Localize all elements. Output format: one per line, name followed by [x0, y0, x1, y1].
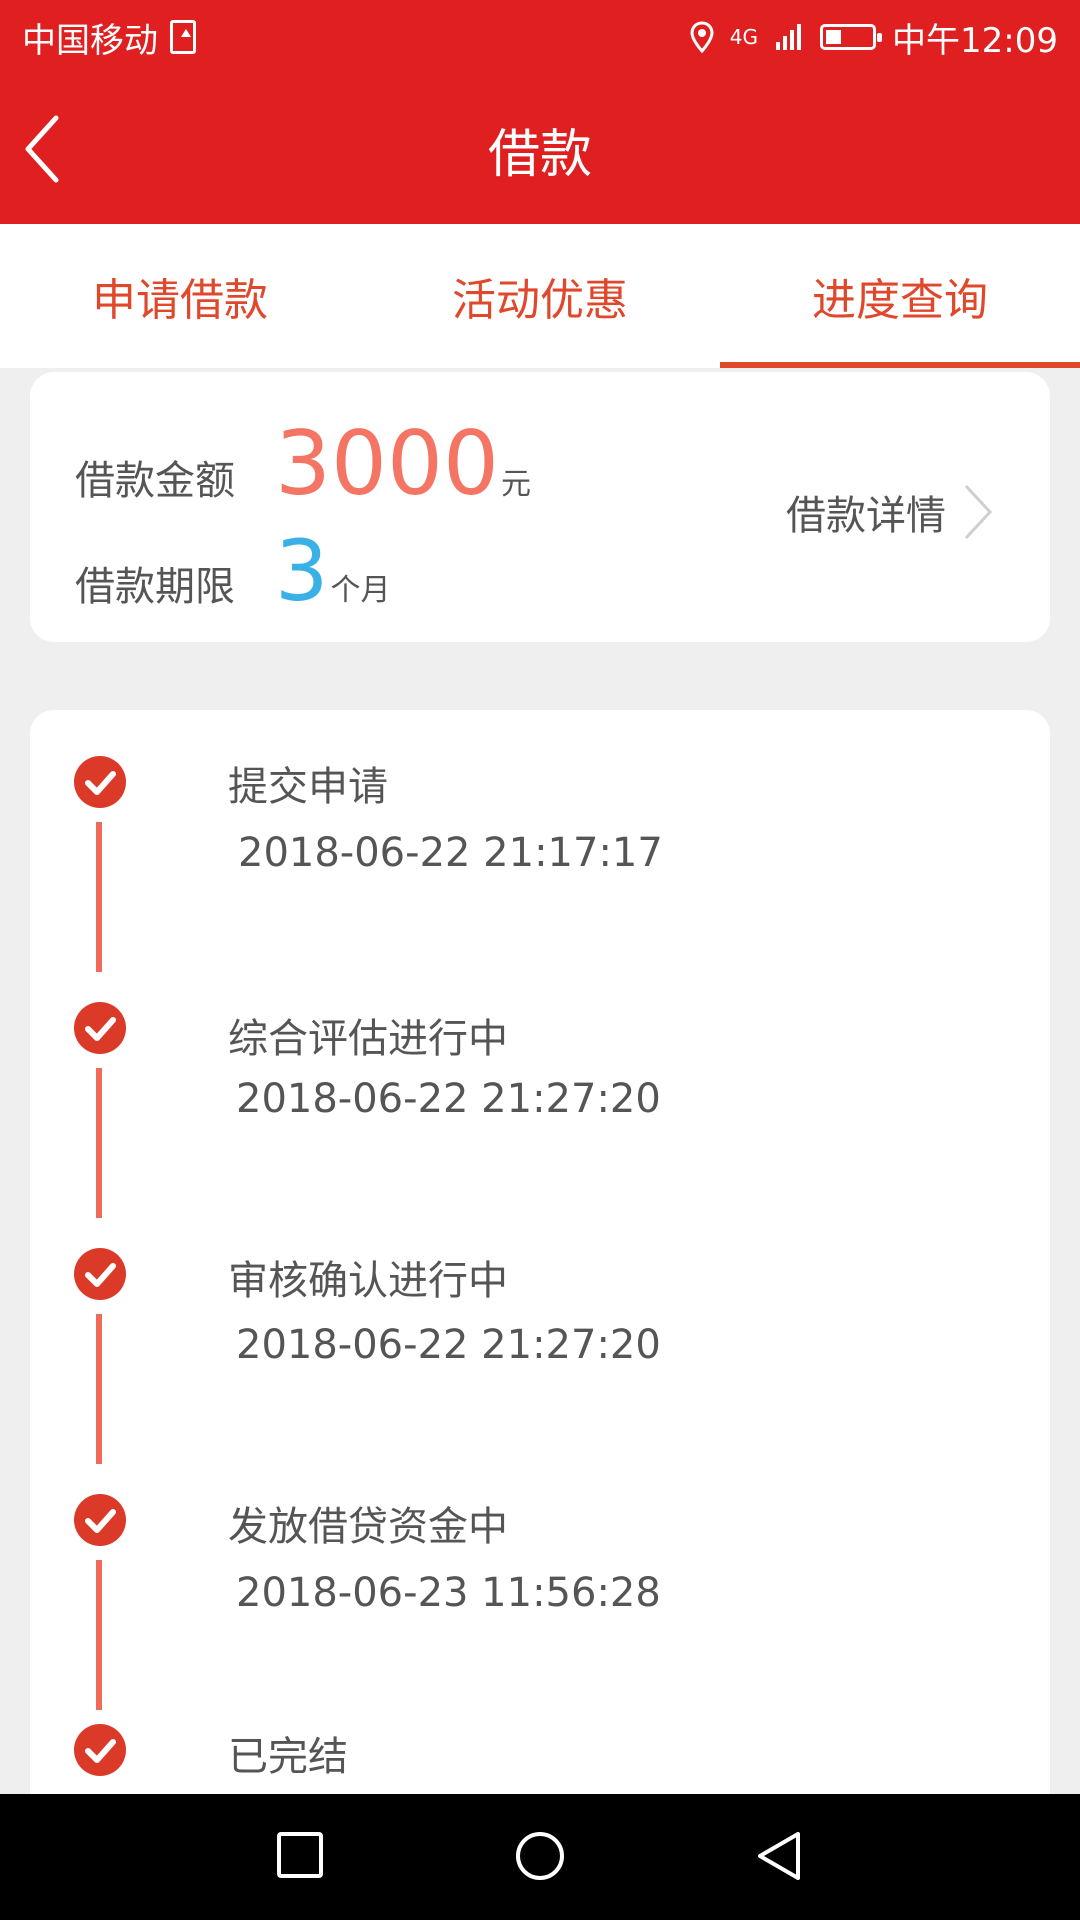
home-icon[interactable] — [514, 1830, 566, 1882]
page-title: 借款 — [487, 124, 592, 185]
step-check-icon — [74, 1002, 126, 1054]
tab-label: 申请借款 — [92, 275, 268, 326]
loan-term-value: 3 — [275, 522, 329, 620]
progress-timeline-card: 提交申请 2018-06-22 21:17:17 综合评估进行中 2018-06… — [30, 710, 1050, 1920]
step-time: 2018-06-22 21:17:17 — [238, 830, 663, 876]
step-time: 2018-06-22 21:27:20 — [236, 1076, 661, 1122]
tab-label: 进度查询 — [812, 275, 988, 326]
step-title: 已完结 — [228, 1734, 348, 1780]
app-header: 借款 — [0, 74, 1080, 224]
loan-details-label: 借款详情 — [786, 493, 946, 539]
back-arrow-icon[interactable] — [20, 112, 70, 186]
loan-details-link[interactable]: 借款详情 — [786, 482, 994, 542]
tab-progress-query[interactable]: 进度查询 — [720, 224, 1080, 368]
back-icon[interactable] — [754, 1830, 804, 1882]
step-time: 2018-06-23 11:56:28 — [236, 1570, 661, 1616]
step-check-icon — [74, 1494, 126, 1546]
step-title: 提交申请 — [228, 764, 388, 810]
clock: 中午12:09 — [892, 20, 1058, 61]
loan-term-row: 借款期限 3 个月 — [75, 522, 390, 620]
battery-level — [826, 30, 842, 44]
timeline-connector — [96, 1314, 102, 1464]
chevron-right-icon — [964, 484, 993, 540]
timeline-connector — [96, 1068, 102, 1218]
signal-bars-icon — [776, 24, 802, 50]
loan-amount-row: 借款金额 3000 元 — [75, 412, 531, 515]
timeline-connector — [96, 1560, 102, 1710]
tab-apply-loan[interactable]: 申请借款 — [0, 224, 360, 368]
network-type: 4G — [729, 25, 759, 49]
recent-apps-icon[interactable] — [275, 1830, 325, 1880]
loan-amount-unit: 元 — [500, 467, 531, 502]
tab-bar: 申请借款 活动优惠 进度查询 — [0, 224, 1080, 368]
step-title: 综合评估进行中 — [228, 1016, 508, 1062]
upload-icon — [170, 20, 196, 54]
status-bar: 中国移动 4G 中午12:09 — [0, 0, 1080, 74]
loan-term-label: 借款期限 — [75, 564, 235, 610]
loan-amount-value: 3000 — [275, 412, 499, 515]
carrier-name: 中国移动 — [22, 20, 158, 61]
signal-icon: 4G — [730, 27, 758, 47]
step-time: 2018-06-22 21:27:20 — [236, 1322, 661, 1368]
step-check-icon — [74, 1724, 126, 1776]
location-icon — [690, 21, 714, 53]
tab-promotions[interactable]: 活动优惠 — [360, 224, 720, 368]
battery-icon — [820, 24, 883, 50]
timeline-connector — [96, 822, 102, 972]
step-check-icon — [74, 1248, 126, 1300]
step-title: 审核确认进行中 — [228, 1258, 508, 1304]
system-navigation-bar — [0, 1794, 1080, 1920]
loan-summary-card: 借款金额 3000 元 借款期限 3 个月 借款详情 — [30, 372, 1050, 642]
loan-term-unit: 个月 — [330, 573, 391, 608]
step-title: 发放借贷资金中 — [228, 1504, 508, 1550]
tab-label: 活动优惠 — [452, 275, 628, 326]
loan-amount-label: 借款金额 — [75, 458, 235, 504]
step-check-icon — [74, 756, 126, 808]
